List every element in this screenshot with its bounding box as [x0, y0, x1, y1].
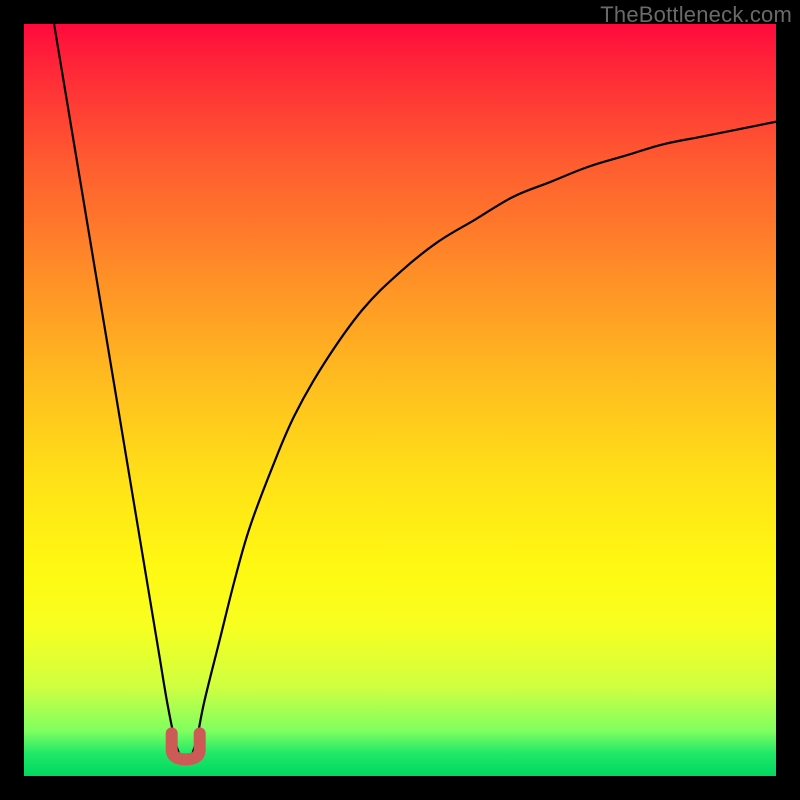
min-marker: [172, 733, 200, 759]
chart-plot-area: [24, 24, 776, 776]
curve-left: [54, 24, 179, 753]
bottleneck-curve-svg: [24, 24, 776, 776]
curve-right: [192, 122, 776, 754]
watermark-label: TheBottleneck.com: [600, 2, 792, 28]
